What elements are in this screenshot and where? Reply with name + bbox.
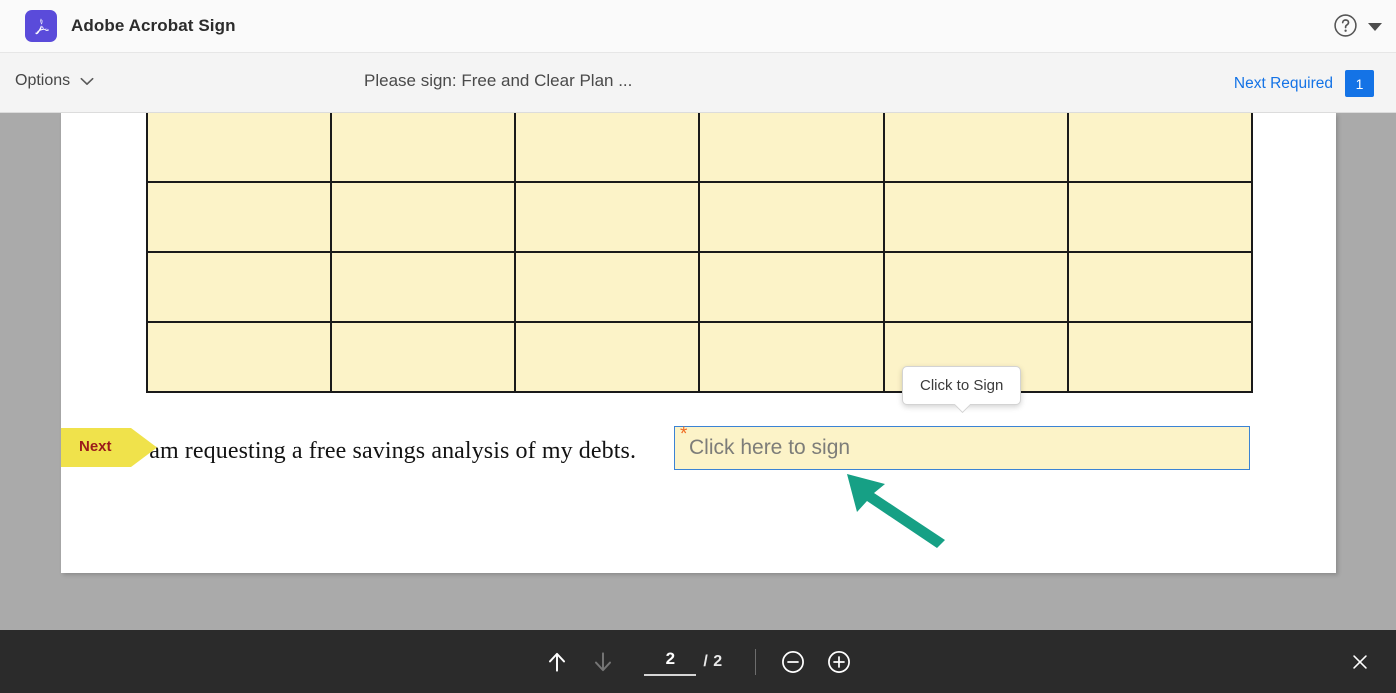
table-cell (1066, 181, 1254, 253)
click-to-sign-tooltip: Click to Sign (902, 366, 1022, 405)
table-cell (882, 251, 1069, 323)
plus-circle-icon (827, 650, 850, 673)
page-number-input[interactable] (644, 647, 697, 676)
table-cell (1066, 113, 1254, 183)
zoom-in-button[interactable] (816, 639, 862, 685)
toolbar-divider (754, 648, 756, 675)
table-cell (882, 113, 1069, 183)
table-row (145, 251, 1254, 323)
close-viewer-button[interactable] (1346, 648, 1374, 676)
tooltip-text: Click to Sign (920, 377, 1004, 394)
table-cell (698, 251, 885, 323)
page-total-label: / 2 (703, 652, 723, 670)
next-required-label: Next Required (1233, 74, 1333, 92)
document-page: I am requesting a free savings analysis … (61, 113, 1336, 573)
viewer-bottom-toolbar: / 2 (0, 630, 1396, 693)
table-cell (330, 181, 517, 253)
next-page-button[interactable] (580, 639, 626, 685)
table-cell (1066, 321, 1254, 393)
signature-field[interactable]: * Click here to sign (674, 424, 1250, 470)
caret-down-icon[interactable] (1368, 22, 1382, 31)
table-cell (514, 251, 701, 323)
table-cell (514, 181, 701, 253)
arrow-down-icon (595, 651, 612, 671)
next-required-button[interactable]: Next Required 1 (1234, 70, 1374, 97)
brand: Adobe Acrobat Sign (25, 10, 236, 42)
document-table (145, 113, 1254, 393)
tooltip-arrow (953, 404, 970, 413)
table-cell (145, 251, 333, 323)
help-circle-icon[interactable] (1333, 13, 1358, 38)
document-toolbar: Options Please sign: Free and Clear Plan… (0, 53, 1396, 113)
close-icon (1353, 655, 1367, 669)
table-row (145, 113, 1254, 183)
table-cell (330, 113, 517, 183)
table-cell (514, 113, 701, 183)
table-cell (882, 181, 1069, 253)
table-cell (145, 321, 333, 393)
app-header-actions (1333, 13, 1382, 38)
document-sentence: I am requesting a free savings analysis … (135, 438, 637, 464)
table-cell (698, 113, 885, 183)
table-cell (698, 181, 885, 253)
next-required-badge: 1 (1345, 70, 1374, 97)
next-flag-shape: Next (61, 426, 158, 469)
signature-field-placeholder: Click here to sign (689, 436, 851, 459)
acrobat-sign-viewer: Adobe Acrobat Sign Options Please sign: … (0, 0, 1396, 693)
next-field-flag[interactable]: Next (61, 426, 158, 469)
app-title: Adobe Acrobat Sign (71, 16, 236, 35)
table-row (145, 181, 1254, 253)
table-cell (330, 321, 517, 393)
options-label: Options (15, 72, 71, 89)
table-row (145, 321, 1254, 393)
page-navigation-group: / 2 (0, 630, 1396, 693)
document-title: Please sign: Free and Clear Plan ... (364, 71, 633, 90)
table-cell (330, 251, 517, 323)
table-cell (145, 113, 333, 183)
table-body (145, 113, 1254, 393)
required-asterisk-icon: * (680, 424, 688, 445)
arrow-up-left-icon (847, 474, 945, 548)
document-viewer[interactable]: I am requesting a free savings analysis … (0, 113, 1396, 630)
options-button[interactable]: Options (15, 72, 94, 90)
chevron-down-icon (80, 77, 94, 85)
arrow-up-icon (549, 652, 566, 672)
previous-page-button[interactable] (534, 639, 580, 685)
table-cell (698, 321, 885, 393)
app-header: Adobe Acrobat Sign (0, 0, 1396, 53)
next-flag-label: Next (79, 438, 112, 455)
zoom-out-button[interactable] (770, 639, 816, 685)
adobe-acrobat-logo-icon (25, 10, 57, 42)
table-cell (145, 181, 333, 253)
table-cell (1066, 251, 1254, 323)
minus-circle-icon (781, 650, 804, 673)
table-cell (514, 321, 701, 393)
